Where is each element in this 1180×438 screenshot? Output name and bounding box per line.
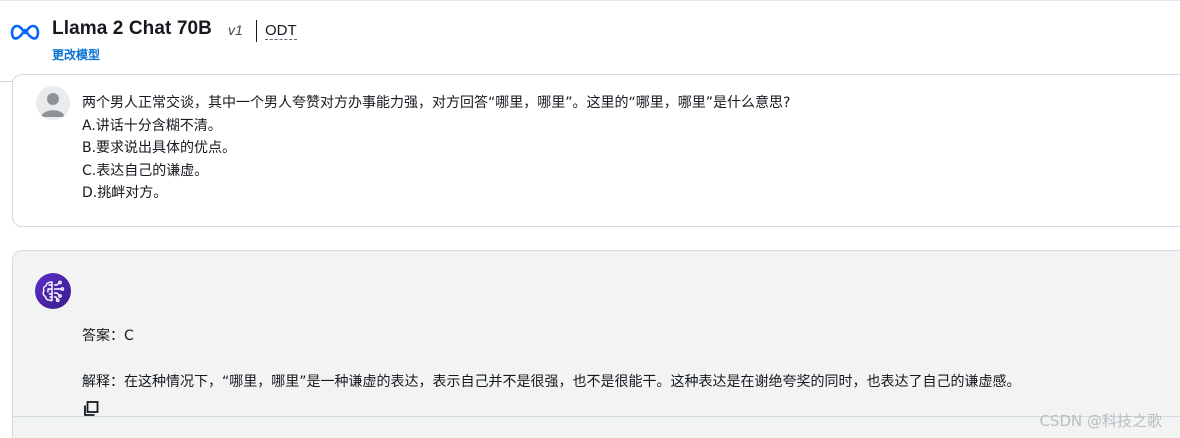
explanation-text: 解释：在这种情况下，“哪里，哪里”是一种谦虚的表达，表示自己并不是很强，也不是很… [82, 374, 1021, 390]
model-version: v1 [228, 22, 243, 38]
watermark: CSDN @科技之歌 [1039, 412, 1162, 430]
option-d: D.挑衅对方。 [82, 185, 168, 201]
option-c: C.表达自己的谦虚。 [82, 162, 209, 179]
meta-logo-icon [10, 24, 40, 40]
header-divider [256, 20, 257, 42]
user-avatar-icon [36, 86, 70, 120]
user-message-line: 两个男人正常交谈，其中一个男人夸赞对方办事能力强，对方回答“哪里，哪里”。这里的… [82, 95, 791, 111]
user-message: 两个男人正常交谈，其中一个男人夸赞对方办事能力强，对方回答“哪里，哪里”。这里的… [82, 92, 790, 205]
option-a: A.讲话十分含糊不清。 [82, 117, 222, 134]
odt-tooltip-trigger[interactable]: ODT [265, 22, 297, 40]
change-model-link[interactable]: 更改模型 [52, 46, 100, 63]
option-b: B.要求说出具体的优点。 [82, 140, 237, 156]
model-header: Llama 2 Chat 70B v1 ODT 更改模型 [0, 0, 1180, 82]
chat-playground: Llama 2 Chat 70B v1 ODT 更改模型 两个男人正常交谈，其中… [0, 0, 1180, 438]
assistant-message-card [12, 250, 1180, 438]
ai-brain-icon [35, 273, 71, 309]
model-name: Llama 2 Chat 70B [52, 18, 212, 39]
chat-divider [12, 416, 1180, 417]
answer-text: 答案：C [82, 328, 134, 344]
